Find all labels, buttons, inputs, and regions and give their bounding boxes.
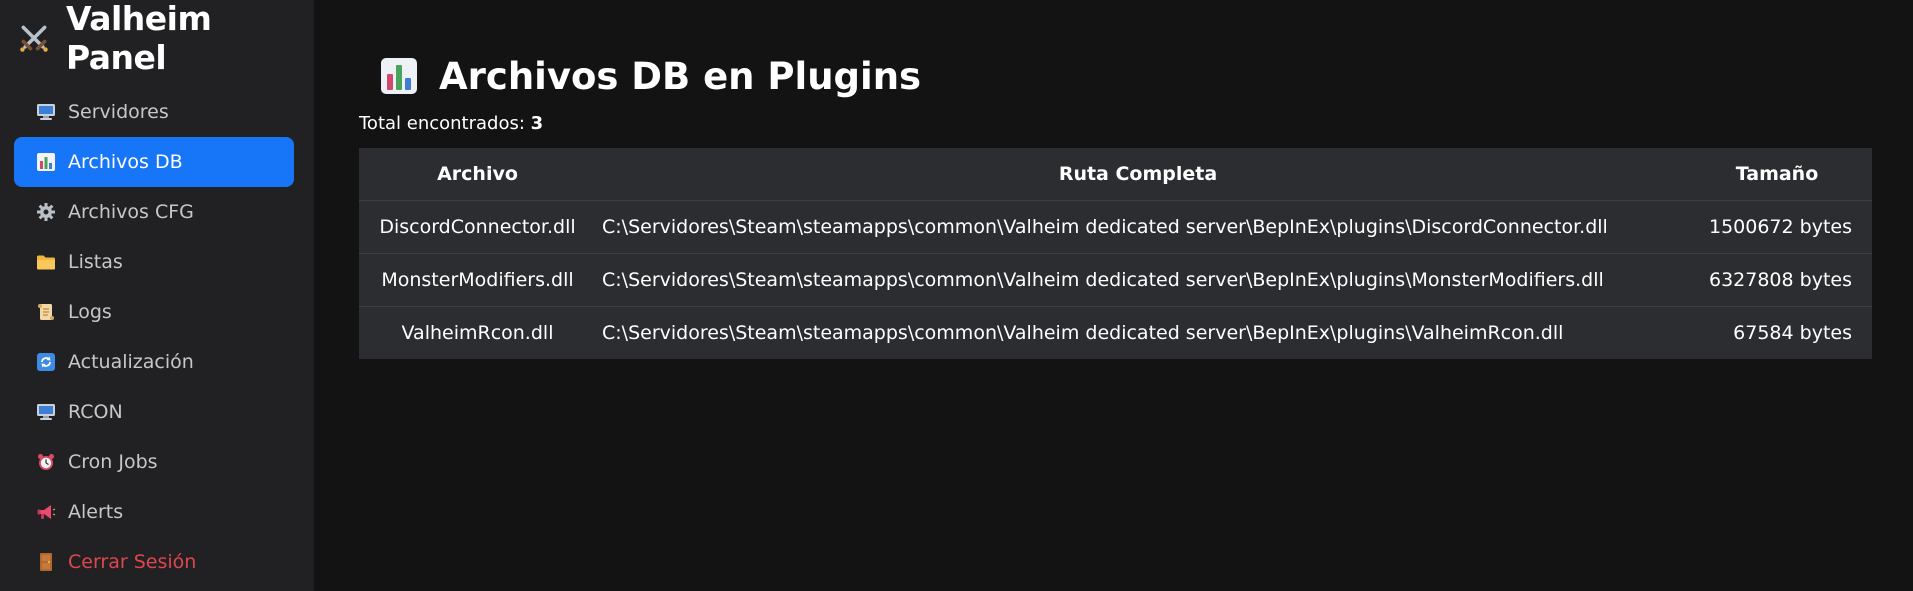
column-header-archivo: Archivo	[359, 148, 596, 201]
sidebar-item-label: Archivos DB	[68, 151, 183, 173]
sidebar-item-label: Cerrar Sesión	[68, 551, 197, 573]
table-row: MonsterModifiers.dll C:\Servidores\Steam…	[359, 253, 1872, 307]
sidebar-item-label: Actualización	[68, 351, 194, 373]
sidebar-item-rcon[interactable]: RCON	[14, 387, 294, 437]
table-row: ValheimRcon.dll C:\Servidores\Steam\stea…	[359, 307, 1872, 360]
brand: Valheim Panel	[14, 0, 294, 77]
megaphone-icon	[37, 505, 56, 519]
bar-chart-icon	[381, 58, 417, 94]
app-root: Valheim Panel Servidores Archivos DB Arc…	[0, 0, 1913, 591]
sidebar-item-archivos-db[interactable]: Archivos DB	[14, 137, 294, 187]
bar-chart-icon	[37, 153, 55, 171]
total-count: Total encontrados: 3	[359, 113, 1872, 135]
total-label: Total encontrados:	[359, 113, 525, 134]
file-size-cell: 6327808 bytes	[1681, 253, 1872, 307]
column-header-ruta: Ruta Completa	[596, 148, 1681, 201]
file-path-cell: C:\Servidores\Steam\steamapps\common\Val…	[596, 253, 1681, 307]
sidebar-item-archivos-cfg[interactable]: Archivos CFG	[14, 187, 294, 237]
sidebar-item-label: Listas	[68, 251, 123, 273]
scroll-icon	[38, 304, 54, 320]
file-name-cell: MonsterModifiers.dll	[359, 253, 596, 307]
column-header-tamano: Tamaño	[1681, 148, 1872, 201]
gear-icon	[37, 203, 55, 221]
file-name-cell: ValheimRcon.dll	[401, 322, 554, 344]
crossed-swords-icon	[20, 25, 48, 52]
sidebar-item-label: Cron Jobs	[68, 451, 158, 473]
refresh-icon	[37, 353, 55, 371]
file-size-cell: 1500672 bytes	[1681, 200, 1872, 254]
table-header-row: Archivo Ruta Completa Tamaño	[359, 148, 1872, 201]
door-icon	[40, 553, 52, 571]
sidebar-item-label: RCON	[68, 401, 123, 423]
sidebar-item-label: Alerts	[68, 501, 124, 523]
sidebar-item-label: Servidores	[68, 101, 169, 123]
page-header: Archivos DB en Plugins	[359, 53, 1872, 99]
sidebar-item-label: Archivos CFG	[68, 201, 194, 223]
sidebar-item-label: Logs	[68, 301, 112, 323]
file-name-cell: DiscordConnector.dll	[359, 200, 596, 254]
file-path-cell: C:\Servidores\Steam\steamapps\common\Val…	[602, 322, 1564, 344]
sidebar: Valheim Panel Servidores Archivos DB Arc…	[0, 0, 314, 591]
sidebar-nav: Servidores Archivos DB Archivos CFG List…	[14, 87, 294, 587]
total-value: 3	[530, 113, 544, 134]
sidebar-item-actualizacion[interactable]: Actualización	[14, 337, 294, 387]
main-content: Archivos DB en Plugins Total encontrados…	[314, 0, 1913, 591]
desktop-computer-icon	[37, 104, 55, 120]
desktop-computer-icon	[37, 404, 55, 420]
sidebar-item-logs[interactable]: Logs	[14, 287, 294, 337]
sidebar-item-cron-jobs[interactable]: Cron Jobs	[14, 437, 294, 487]
page-title: Archivos DB en Plugins	[439, 54, 922, 98]
files-table: Archivo Ruta Completa Tamaño DiscordConn…	[359, 148, 1872, 359]
file-path-cell: C:\Servidores\Steam\steamapps\common\Val…	[596, 200, 1681, 254]
sidebar-item-alerts[interactable]: Alerts	[14, 487, 294, 537]
file-size-cell: 67584 bytes	[1733, 322, 1852, 344]
folder-icon	[37, 255, 55, 270]
sidebar-item-servidores[interactable]: Servidores	[14, 87, 294, 137]
alarm-clock-icon	[38, 454, 54, 470]
brand-title: Valheim Panel	[65, 0, 212, 77]
table-row: DiscordConnector.dll C:\Servidores\Steam…	[359, 200, 1872, 254]
sidebar-item-cerrar-sesion[interactable]: Cerrar Sesión	[14, 537, 294, 587]
sidebar-item-listas[interactable]: Listas	[14, 237, 294, 287]
